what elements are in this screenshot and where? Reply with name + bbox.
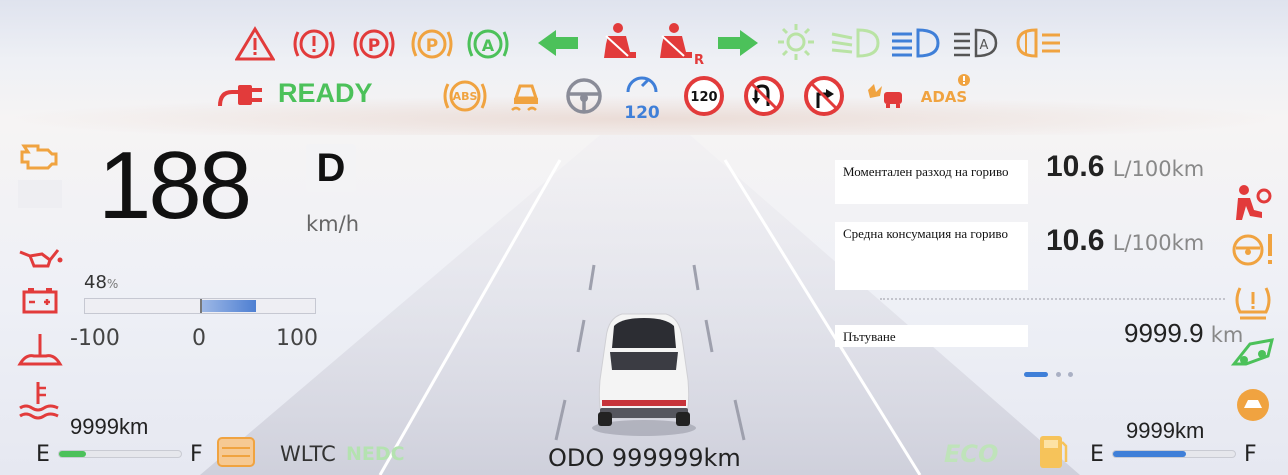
stability-control-icon [511, 84, 539, 111]
trip-distance: 9999.9 km [1124, 318, 1243, 349]
power-scale-max: 100 [276, 326, 318, 351]
svg-text:ABS: ABS [453, 90, 478, 103]
range-right-f: F [1244, 442, 1257, 467]
engine-check-icon [20, 144, 58, 170]
ready-indicator: READY [278, 78, 373, 108]
speed-limiter-icon: 120 [624, 76, 660, 120]
range-right-value: 9999km [1126, 418, 1205, 443]
svg-text:A: A [980, 38, 989, 53]
tire-pressure-icon [1235, 287, 1271, 320]
svg-text:P: P [368, 36, 380, 56]
airbag-fault-icon [17, 334, 63, 366]
svg-text:ADAS: ADAS [921, 88, 967, 106]
eco-mode-indicator: ECO [944, 440, 999, 468]
range-left-bar [58, 450, 182, 458]
abs-icon: ABS [443, 80, 487, 112]
instant-consumption-number: 10.6 [1046, 150, 1105, 183]
low-beam-icon [831, 28, 880, 58]
odometer: ODO 999999km [548, 444, 741, 472]
high-beam-icon [892, 28, 940, 58]
power-meter-fill [201, 300, 256, 312]
blank-indicator-slot [18, 180, 62, 208]
charging-plug-icon [218, 85, 262, 107]
car-icon [592, 313, 696, 436]
instant-consumption-label: Моментален разход на гориво [835, 160, 1028, 204]
epb-fault-icon: P [411, 29, 453, 59]
seatbelt-icon [604, 23, 636, 58]
power-scale-min: -100 [70, 326, 120, 351]
avg-consumption-unit: L/100km [1112, 231, 1205, 255]
steering-fault-icon [1232, 234, 1272, 266]
no-u-turn-icon [744, 76, 784, 116]
wltc-mode: NEDC [346, 443, 405, 465]
position-lights-icon [778, 24, 814, 60]
power-percent: 48% [84, 272, 118, 293]
avg-consumption-value: 10.6 L/100km [1046, 224, 1204, 258]
power-scale-mid: 0 [192, 326, 206, 351]
gear-indicator: D [306, 144, 356, 192]
range-right-bar-fill [1113, 451, 1186, 457]
coolant-temp-icon [19, 382, 59, 420]
power-percent-value: 48 [84, 272, 107, 293]
steering-wheel-icon [566, 78, 602, 114]
no-right-turn-icon [804, 76, 844, 116]
svg-text:A: A [482, 36, 495, 55]
parking-brake-icon: P [353, 29, 395, 59]
speed-readout: 188 [98, 132, 252, 239]
fuel-eco-icon [217, 437, 255, 467]
instant-consumption-value: 10.6 L/100km [1046, 150, 1204, 184]
collision-warning-icon [868, 84, 902, 108]
svg-text:120: 120 [624, 103, 660, 120]
oil-pressure-icon [19, 249, 63, 268]
trip-label: Пътуване [835, 325, 1028, 347]
brake-warning-icon [293, 29, 335, 59]
turn-right-icon [718, 30, 758, 56]
page-dot-active[interactable] [1024, 372, 1048, 377]
traction-off-icon [1237, 389, 1269, 421]
adas-icon: ADAS [921, 74, 970, 106]
fuel-pump-icon [1040, 436, 1068, 468]
auto-hold-icon: A [467, 29, 509, 59]
range-right-e: E [1090, 442, 1104, 467]
range-right-bar [1112, 450, 1236, 458]
warning-icon [235, 26, 275, 61]
avg-consumption-number: 10.6 [1046, 224, 1105, 257]
page-dot[interactable] [1056, 372, 1061, 377]
turn-left-icon [538, 30, 578, 56]
range-left-bar-fill [59, 451, 86, 457]
trip-distance-number: 9999.9 [1124, 318, 1204, 348]
rear-fog-light-icon [1016, 28, 1060, 58]
avg-consumption-label: Средна консумация на гориво [835, 222, 1028, 290]
page-dot[interactable] [1068, 372, 1073, 377]
power-percent-sign: % [106, 277, 119, 291]
svg-text:120: 120 [690, 90, 717, 105]
odometer-unit: km [703, 444, 741, 472]
odometer-value: 999999 [611, 444, 704, 472]
passenger-airbag-icon [1236, 185, 1272, 220]
lane-keep-icon [1230, 338, 1275, 366]
battery-icon [22, 288, 58, 314]
rear-seatbelt-icon: R [660, 23, 704, 66]
power-meter [84, 298, 316, 314]
range-left-f: F [190, 442, 203, 467]
range-left-e: E [36, 442, 50, 467]
power-meter-zero-mark [200, 299, 202, 313]
speed-limit-sign-icon: 120 [684, 76, 724, 116]
range-left-value: 9999km [70, 414, 149, 439]
instant-consumption-unit: L/100km [1112, 157, 1205, 181]
svg-text:P: P [426, 36, 438, 56]
svg-text:R: R [694, 53, 704, 66]
wltc-label: WLTC [280, 442, 336, 466]
panel-divider [880, 298, 1225, 300]
auto-high-beam-icon: A [954, 28, 998, 58]
speed-unit: km/h [306, 212, 360, 236]
odometer-label: ODO [548, 444, 605, 472]
